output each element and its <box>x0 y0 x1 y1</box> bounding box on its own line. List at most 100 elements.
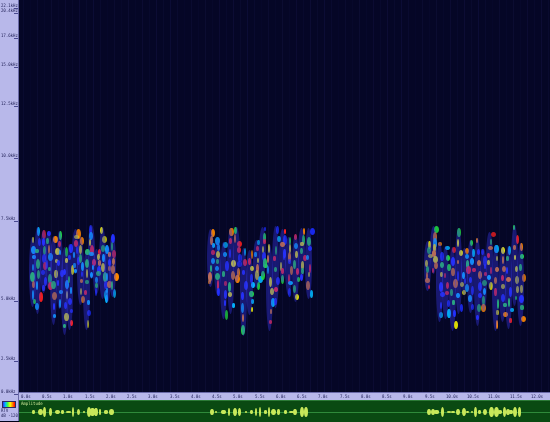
background-streak <box>513 0 514 392</box>
background-streak <box>107 0 108 392</box>
waveform-burst <box>254 407 258 417</box>
background-streak <box>226 0 227 392</box>
background-streak <box>163 0 164 392</box>
frequency-tick <box>14 361 18 362</box>
waveform-burst <box>517 407 522 417</box>
background-streak <box>268 0 269 392</box>
background-streak <box>492 0 493 392</box>
background-streak <box>394 0 395 392</box>
time-label: 1.0s <box>63 394 73 399</box>
background-streak <box>324 0 325 392</box>
waveform-burst <box>221 409 226 415</box>
background-streak <box>23 0 24 392</box>
background-streak <box>345 0 346 392</box>
background-streak <box>254 0 255 392</box>
waveform-burst <box>43 407 46 417</box>
background-streak <box>499 0 500 392</box>
background-streak <box>72 0 73 392</box>
time-label: 7.0s <box>318 394 328 399</box>
time-label: 3.5s <box>170 394 180 399</box>
background-streak <box>317 0 318 392</box>
waveform-burst <box>474 406 478 418</box>
waveform-burst <box>103 410 108 414</box>
spectrogram-halo <box>109 233 117 298</box>
background-streak <box>30 0 31 392</box>
background-streak <box>506 0 507 392</box>
time-label: 5.5s <box>255 394 265 399</box>
background-streak <box>149 0 150 392</box>
waveform-burst <box>71 406 75 418</box>
background-streak <box>37 0 38 392</box>
time-label: 8.5s <box>382 394 392 399</box>
waveform-burst <box>293 408 297 416</box>
background-streak <box>310 0 311 392</box>
background-streak <box>289 0 290 392</box>
background-streak <box>471 0 472 392</box>
time-label: 0.5s <box>42 394 52 399</box>
amplitude-title: Amplitude <box>21 401 43 406</box>
waveform-burst <box>304 407 308 417</box>
time-label: 11.5s <box>510 394 523 399</box>
background-streak <box>100 0 101 392</box>
background-streak <box>352 0 353 392</box>
waveform-burst <box>61 409 65 415</box>
waveform-burst <box>283 410 287 414</box>
background-streak <box>247 0 248 392</box>
background-streak <box>534 0 535 392</box>
waveform-burst <box>497 410 502 414</box>
amplitude-panel[interactable]: Amplitude <box>19 400 550 422</box>
time-label: 7.5s <box>340 394 350 399</box>
background-streak <box>338 0 339 392</box>
background-streak <box>436 0 437 392</box>
frequency-tick <box>14 301 18 302</box>
waveform-burst <box>258 406 262 418</box>
time-label: 6.0s <box>276 394 286 399</box>
waveform-burst <box>31 409 35 415</box>
background-streak <box>373 0 374 392</box>
time-label: 3.0s <box>148 394 158 399</box>
time-label: 11.0s <box>488 394 501 399</box>
frequency-tick <box>14 158 18 159</box>
background-streak <box>275 0 276 392</box>
frequency-ruler: 22.1kHz 20.4kHz 17.6kHz 15.0kHz 12.5kHz 10.0k… <box>0 0 19 421</box>
frequency-tick <box>14 221 18 222</box>
waveform-burst <box>98 409 102 415</box>
waveform-burst <box>109 409 114 415</box>
background-streak <box>114 0 115 392</box>
color-scale-bottom-label: dB -120 <box>1 413 18 418</box>
time-label: 2.5s <box>127 394 137 399</box>
waveform-burst <box>512 406 517 418</box>
spectrogram-halo <box>304 227 312 300</box>
spectrogram-view[interactable] <box>19 0 550 392</box>
color-scale: RTV dB -120 <box>0 398 18 421</box>
background-streak <box>128 0 129 392</box>
background-streak <box>415 0 416 392</box>
background-streak <box>485 0 486 392</box>
background-streak <box>478 0 479 392</box>
background-streak <box>331 0 332 392</box>
background-streak <box>198 0 199 392</box>
background-streak <box>450 0 451 392</box>
background-streak <box>191 0 192 392</box>
time-label: 10.0s <box>446 394 459 399</box>
waveform-burst <box>267 407 270 417</box>
frequency-tick <box>14 106 18 107</box>
background-streak <box>541 0 542 392</box>
waveform-burst <box>227 407 231 417</box>
time-label: 9.5s <box>425 394 435 399</box>
waveform-burst <box>237 407 242 416</box>
waveform-burst <box>434 410 439 414</box>
background-streak <box>51 0 52 392</box>
background-streak <box>86 0 87 392</box>
frequency-tick <box>14 13 18 14</box>
background-streak <box>135 0 136 392</box>
background-streak <box>177 0 178 392</box>
waveform-burst <box>94 407 98 417</box>
waveform-burst <box>271 408 276 416</box>
time-label: 8.0s <box>361 394 371 399</box>
background-streak <box>233 0 234 392</box>
waveform-burst <box>489 407 494 417</box>
background-streak <box>401 0 402 392</box>
time-label: 2.0s <box>106 394 116 399</box>
waveform-burst <box>482 408 487 416</box>
